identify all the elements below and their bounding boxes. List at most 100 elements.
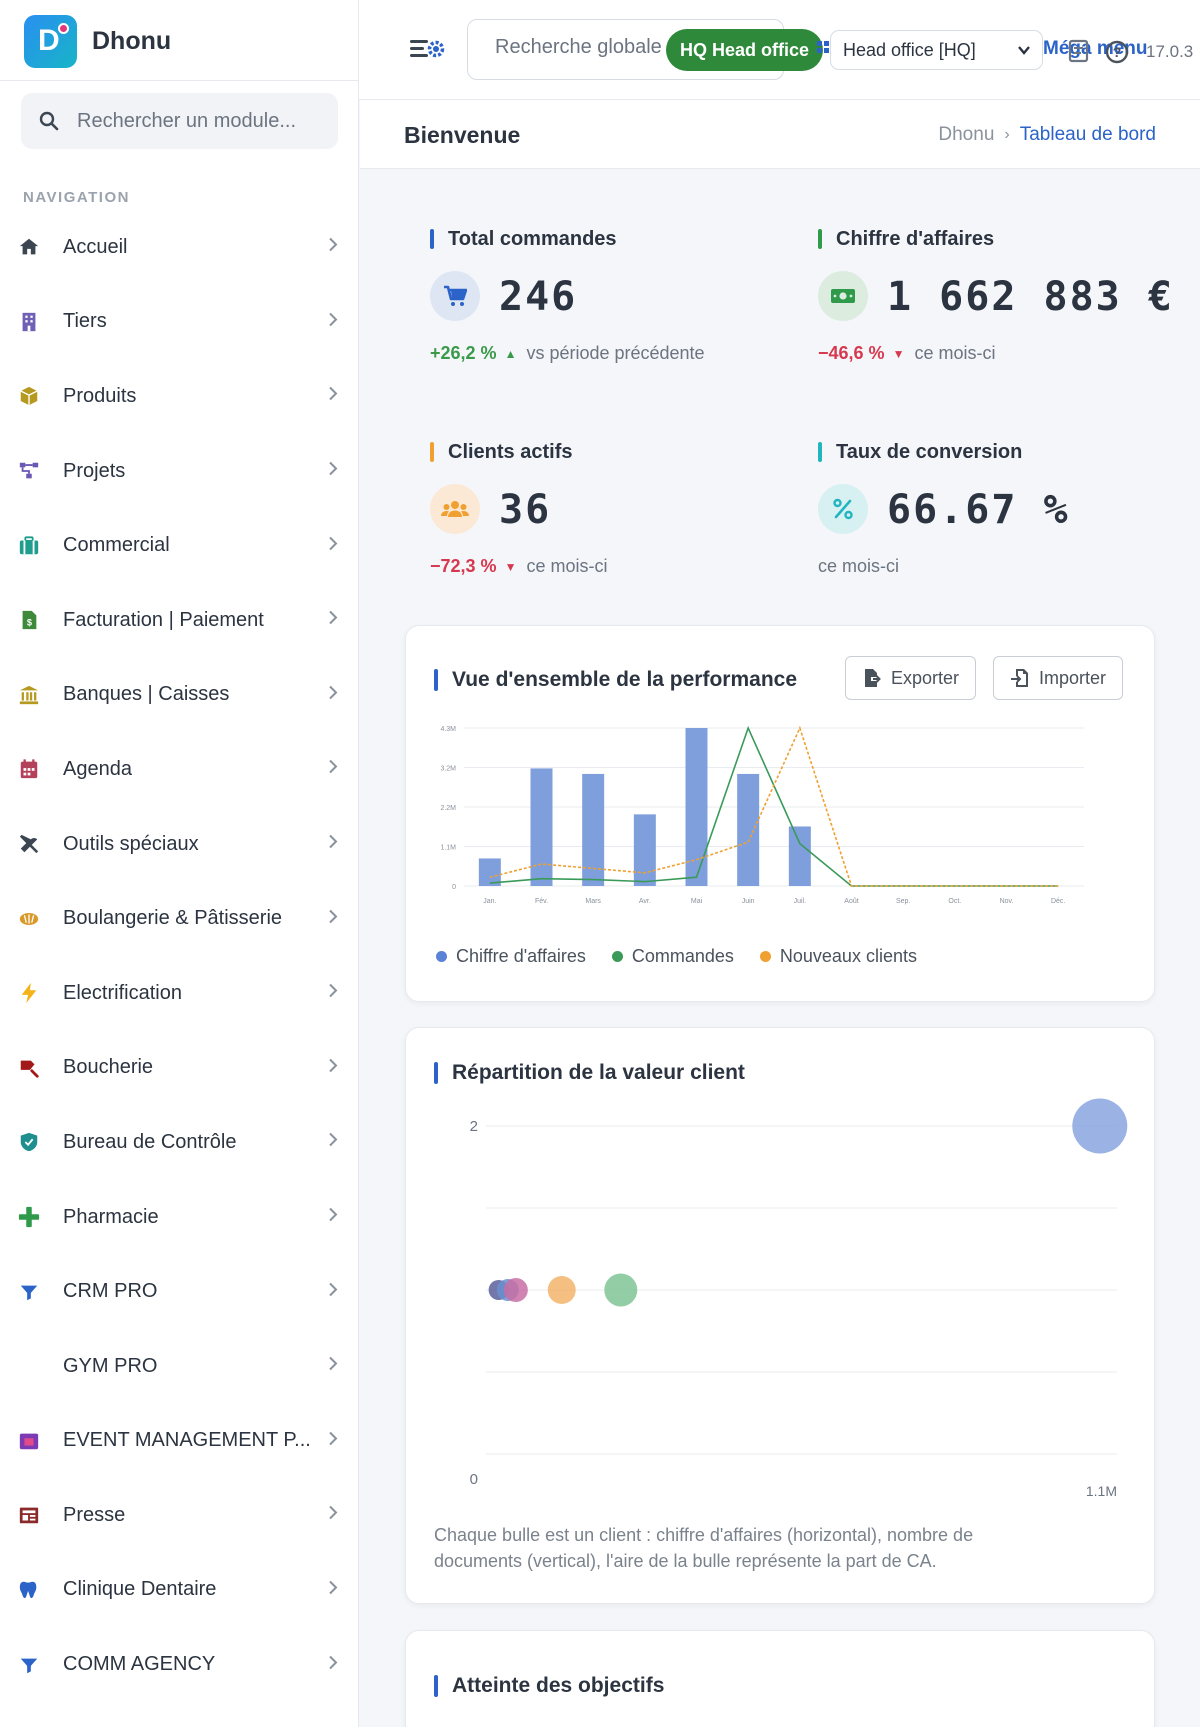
kpi-trend: −72,3 % <box>430 556 497 576</box>
kpi-accent-bar <box>430 442 434 462</box>
entity-select[interactable]: Head office [HQ] <box>830 30 1043 70</box>
kpi-title: Total commandes <box>448 227 617 250</box>
bar[interactable] <box>788 826 811 886</box>
legend-item-orders[interactable]: Commandes <box>611 946 734 967</box>
card-accent-bar <box>434 1675 438 1697</box>
breadcrumb-root[interactable]: Dhonu <box>938 124 994 146</box>
hq-badge[interactable]: HQ Head office <box>666 29 824 71</box>
chevron-right-icon <box>328 535 338 556</box>
x-tick-label: Fév. <box>535 898 548 905</box>
module-search[interactable] <box>21 93 338 149</box>
plus-icon <box>17 1205 41 1229</box>
card-accent-bar <box>434 669 438 691</box>
sidebar-item-pharmacie[interactable]: Pharmacie <box>0 1180 358 1255</box>
legend-item-new-clients[interactable]: Nouveaux clients <box>759 946 917 967</box>
bar[interactable] <box>633 814 656 886</box>
kpi-trend: +26,2 % <box>430 343 497 363</box>
chevron-right-icon <box>328 684 338 705</box>
x-tick-label: Déc. <box>1051 898 1065 905</box>
y-tick-label: 0 <box>470 1471 478 1488</box>
sidebar-item-label: Clinique Dentaire <box>63 1578 217 1601</box>
trend-down-icon: ▼ <box>892 346 905 361</box>
building-icon <box>17 310 41 334</box>
global-search-input[interactable] <box>495 36 675 59</box>
bubble-point[interactable] <box>604 1273 638 1307</box>
sidebar-item-agenda[interactable]: Agenda <box>0 732 358 807</box>
svg-text:?: ? <box>1113 44 1122 60</box>
sidebar-item-projets[interactable]: Projets <box>0 434 358 509</box>
chevron-right-icon <box>328 759 338 780</box>
sidebar-item-boucherie[interactable]: Boucherie <box>0 1031 358 1106</box>
sidebar-item-label: EVENT MANAGEMENT P... <box>63 1429 311 1452</box>
kpi-accent-bar <box>818 229 822 249</box>
sidebar-item-crm-pro[interactable]: CRM PRO <box>0 1254 358 1329</box>
menu-settings-button[interactable] <box>410 36 446 64</box>
sidebar-item-gym-pro[interactable]: GYM PRO <box>0 1329 358 1404</box>
kpi-trend: −46,6 % <box>818 343 885 363</box>
bar[interactable] <box>737 773 760 886</box>
bubble-point[interactable] <box>1072 1098 1128 1154</box>
card-title: Vue d'ensemble de la performance <box>452 668 798 691</box>
sidebar-item-label: Bureau de Contrôle <box>63 1130 237 1153</box>
kpi-value: 66.67 % <box>887 487 1070 533</box>
sidebar-item-produits[interactable]: Produits <box>0 359 358 434</box>
bubble-point[interactable] <box>503 1278 528 1302</box>
sidebar-item-presse[interactable]: Presse <box>0 1478 358 1553</box>
objectives-card: Atteinte des objectifs <box>405 1630 1155 1727</box>
card-title: Atteinte des objectifs <box>452 1674 665 1697</box>
bolt-icon <box>17 981 41 1005</box>
svg-text:$: $ <box>27 618 32 628</box>
sidebar-item-comm-agency[interactable]: COMM AGENCY <box>0 1627 358 1702</box>
y-tick-label: 1.1M <box>440 845 456 852</box>
divider <box>0 80 358 81</box>
sidebar: D Dhonu NAVIGATION Accueil Tiers Produits P… <box>0 0 359 1727</box>
chevron-right-icon <box>328 1579 338 1600</box>
sidebar-item-electrification[interactable]: Electrification <box>0 956 358 1031</box>
file-export-icon <box>865 669 881 687</box>
legend-item-revenue[interactable]: Chiffre d'affaires <box>436 946 586 967</box>
chevron-right-icon <box>328 1281 338 1302</box>
cart-icon <box>430 271 480 321</box>
legend-label: Chiffre d'affaires <box>456 946 586 966</box>
export-button[interactable]: Exporter <box>845 656 977 700</box>
newspaper-icon <box>17 1503 41 1527</box>
kpi-total-orders: Total commandes 246 +26,2 % ▲ vs période… <box>430 228 790 388</box>
breadcrumb-current[interactable]: Tableau de bord <box>1020 124 1156 146</box>
bubble-point[interactable] <box>547 1276 576 1304</box>
brand[interactable]: D Dhonu <box>24 14 171 68</box>
file-import-icon <box>1011 669 1028 687</box>
chevron-right-icon <box>328 1207 338 1228</box>
sidebar-item-commercial[interactable]: Commercial <box>0 508 358 583</box>
sidebar-item-boulangerie-p-tisserie[interactable]: Boulangerie & Pâtisserie <box>0 881 358 956</box>
y-tick-label: 2.2M <box>440 805 456 812</box>
sidebar-item-bureau-de-contr-le[interactable]: Bureau de Contrôle <box>0 1105 358 1180</box>
trend-down-icon: ▼ <box>504 559 517 574</box>
mega-menu-link[interactable]: Méga menu <box>1043 38 1148 60</box>
sidebar-item-label: Boulangerie & Pâtisserie <box>63 907 283 930</box>
topbar: HQ Head office Head office [HQ] Méga men… <box>359 0 1200 100</box>
sidebar-item-tiers[interactable]: Tiers <box>0 285 358 360</box>
sidebar-item-clinique-dentaire[interactable]: Clinique Dentaire <box>0 1553 358 1628</box>
x-tick-label: Juin <box>742 898 755 905</box>
sidebar-item-label: GYM PRO <box>63 1354 158 1377</box>
sidebar-item-accueil[interactable]: Accueil <box>0 210 358 285</box>
bar[interactable] <box>530 768 553 886</box>
tools-icon <box>17 832 41 856</box>
chart-legend: Chiffre d'affaires Commandes Nouveaux cl… <box>436 946 943 967</box>
kpi-note: ce mois-ci <box>526 556 608 576</box>
module-search-input[interactable] <box>77 109 317 133</box>
import-button[interactable]: Importer <box>993 656 1124 700</box>
page-title: Bienvenue <box>404 122 521 148</box>
sidebar-item-facturation-paiement[interactable]: $ Facturation | Paiement <box>0 583 358 658</box>
help-icon[interactable]: ? <box>1105 40 1129 64</box>
export-label: Exporter <box>891 667 960 688</box>
chevron-right-icon <box>328 237 338 258</box>
kpi-value: 1 662 883 € <box>887 274 1174 320</box>
sidebar-item-banques-caisses[interactable]: Banques | Caisses <box>0 658 358 733</box>
sidebar-item-event-management-p[interactable]: EVENT MANAGEMENT P... <box>0 1404 358 1479</box>
x-tick-label: Jan. <box>483 898 496 905</box>
chevron-right-icon <box>328 1057 338 1078</box>
notes-icon[interactable] <box>1067 38 1091 64</box>
sidebar-item-outils-sp-ciaux[interactable]: Outils spéciaux <box>0 807 358 882</box>
chevron-right-icon <box>328 1654 338 1675</box>
